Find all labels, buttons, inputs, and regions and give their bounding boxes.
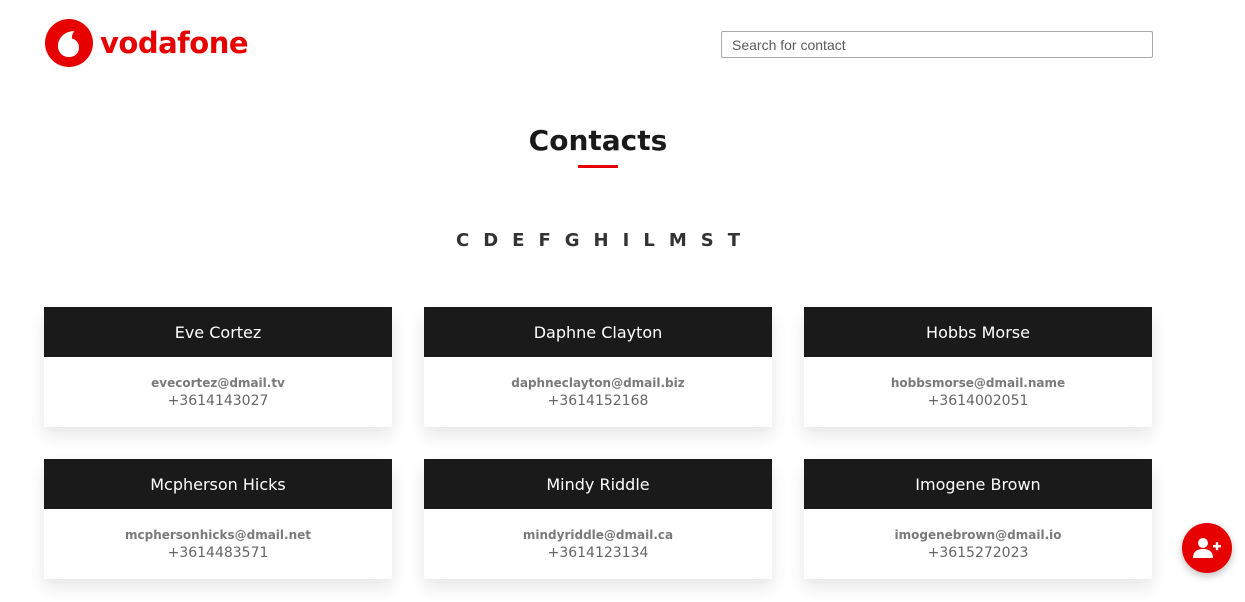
add-user-icon — [1193, 538, 1221, 558]
page-title: Contacts — [528, 124, 668, 157]
letter-filter-c[interactable]: C — [456, 230, 469, 251]
title-underline — [578, 165, 618, 168]
letter-filter-g[interactable]: G — [565, 230, 580, 251]
letter-filter-l[interactable]: L — [643, 230, 654, 251]
contact-card[interactable]: Mcpherson Hicks mcphersonhicks@dmail.net… — [44, 459, 392, 579]
contacts-page: vodafone Contacts C D E F G H I L M S T … — [0, 0, 1245, 602]
alphabet-filter: C D E F G H I L M S T — [0, 230, 1196, 251]
contact-email: imogenebrown@dmail.io — [894, 528, 1062, 542]
letter-filter-i[interactable]: I — [623, 230, 630, 251]
contact-name: Mindy Riddle — [424, 459, 772, 509]
brand-name: vodafone — [100, 26, 249, 60]
contact-name: Hobbs Morse — [804, 307, 1152, 357]
contact-phone: +3614483571 — [167, 545, 269, 561]
vodafone-speechmark-icon — [45, 19, 93, 67]
contact-phone: +3614143027 — [167, 393, 269, 409]
search-input[interactable] — [721, 31, 1153, 58]
contact-name: Eve Cortez — [44, 307, 392, 357]
vodafone-logo[interactable]: vodafone — [44, 18, 249, 68]
contact-phone: +3614002051 — [927, 393, 1029, 409]
letter-filter-f[interactable]: F — [538, 230, 550, 251]
contact-email: mindyriddle@dmail.ca — [522, 528, 674, 542]
contact-card[interactable]: Daphne Clayton daphneclayton@dmail.biz +… — [424, 307, 772, 427]
contact-card[interactable]: Hobbs Morse hobbsmorse@dmail.name +36140… — [804, 307, 1152, 427]
contact-email: hobbsmorse@dmail.name — [890, 376, 1066, 390]
letter-filter-d[interactable]: D — [483, 230, 498, 251]
letter-filter-h[interactable]: H — [594, 230, 609, 251]
contact-name: Mcpherson Hicks — [44, 459, 392, 509]
contact-card[interactable]: Mindy Riddle mindyriddle@dmail.ca +36141… — [424, 459, 772, 579]
contact-email: evecortez@dmail.tv — [151, 376, 285, 390]
add-contact-button[interactable] — [1182, 523, 1232, 573]
contact-phone: +3615272023 — [927, 545, 1029, 561]
contact-phone: +3614123134 — [547, 545, 649, 561]
contact-card[interactable]: Imogene Brown imogenebrown@dmail.io +361… — [804, 459, 1152, 579]
contact-phone: +3614152168 — [547, 393, 649, 409]
contact-email: daphneclayton@dmail.biz — [511, 376, 685, 390]
contact-name: Daphne Clayton — [424, 307, 772, 357]
contact-name: Imogene Brown — [804, 459, 1152, 509]
letter-filter-t[interactable]: T — [728, 230, 740, 251]
contact-card[interactable]: Eve Cortez evecortez@dmail.tv +361414302… — [44, 307, 392, 427]
contact-email: mcphersonhicks@dmail.net — [124, 528, 312, 542]
letter-filter-m[interactable]: M — [669, 230, 687, 251]
letter-filter-e[interactable]: E — [512, 230, 524, 251]
letter-filter-s[interactable]: S — [701, 230, 714, 251]
